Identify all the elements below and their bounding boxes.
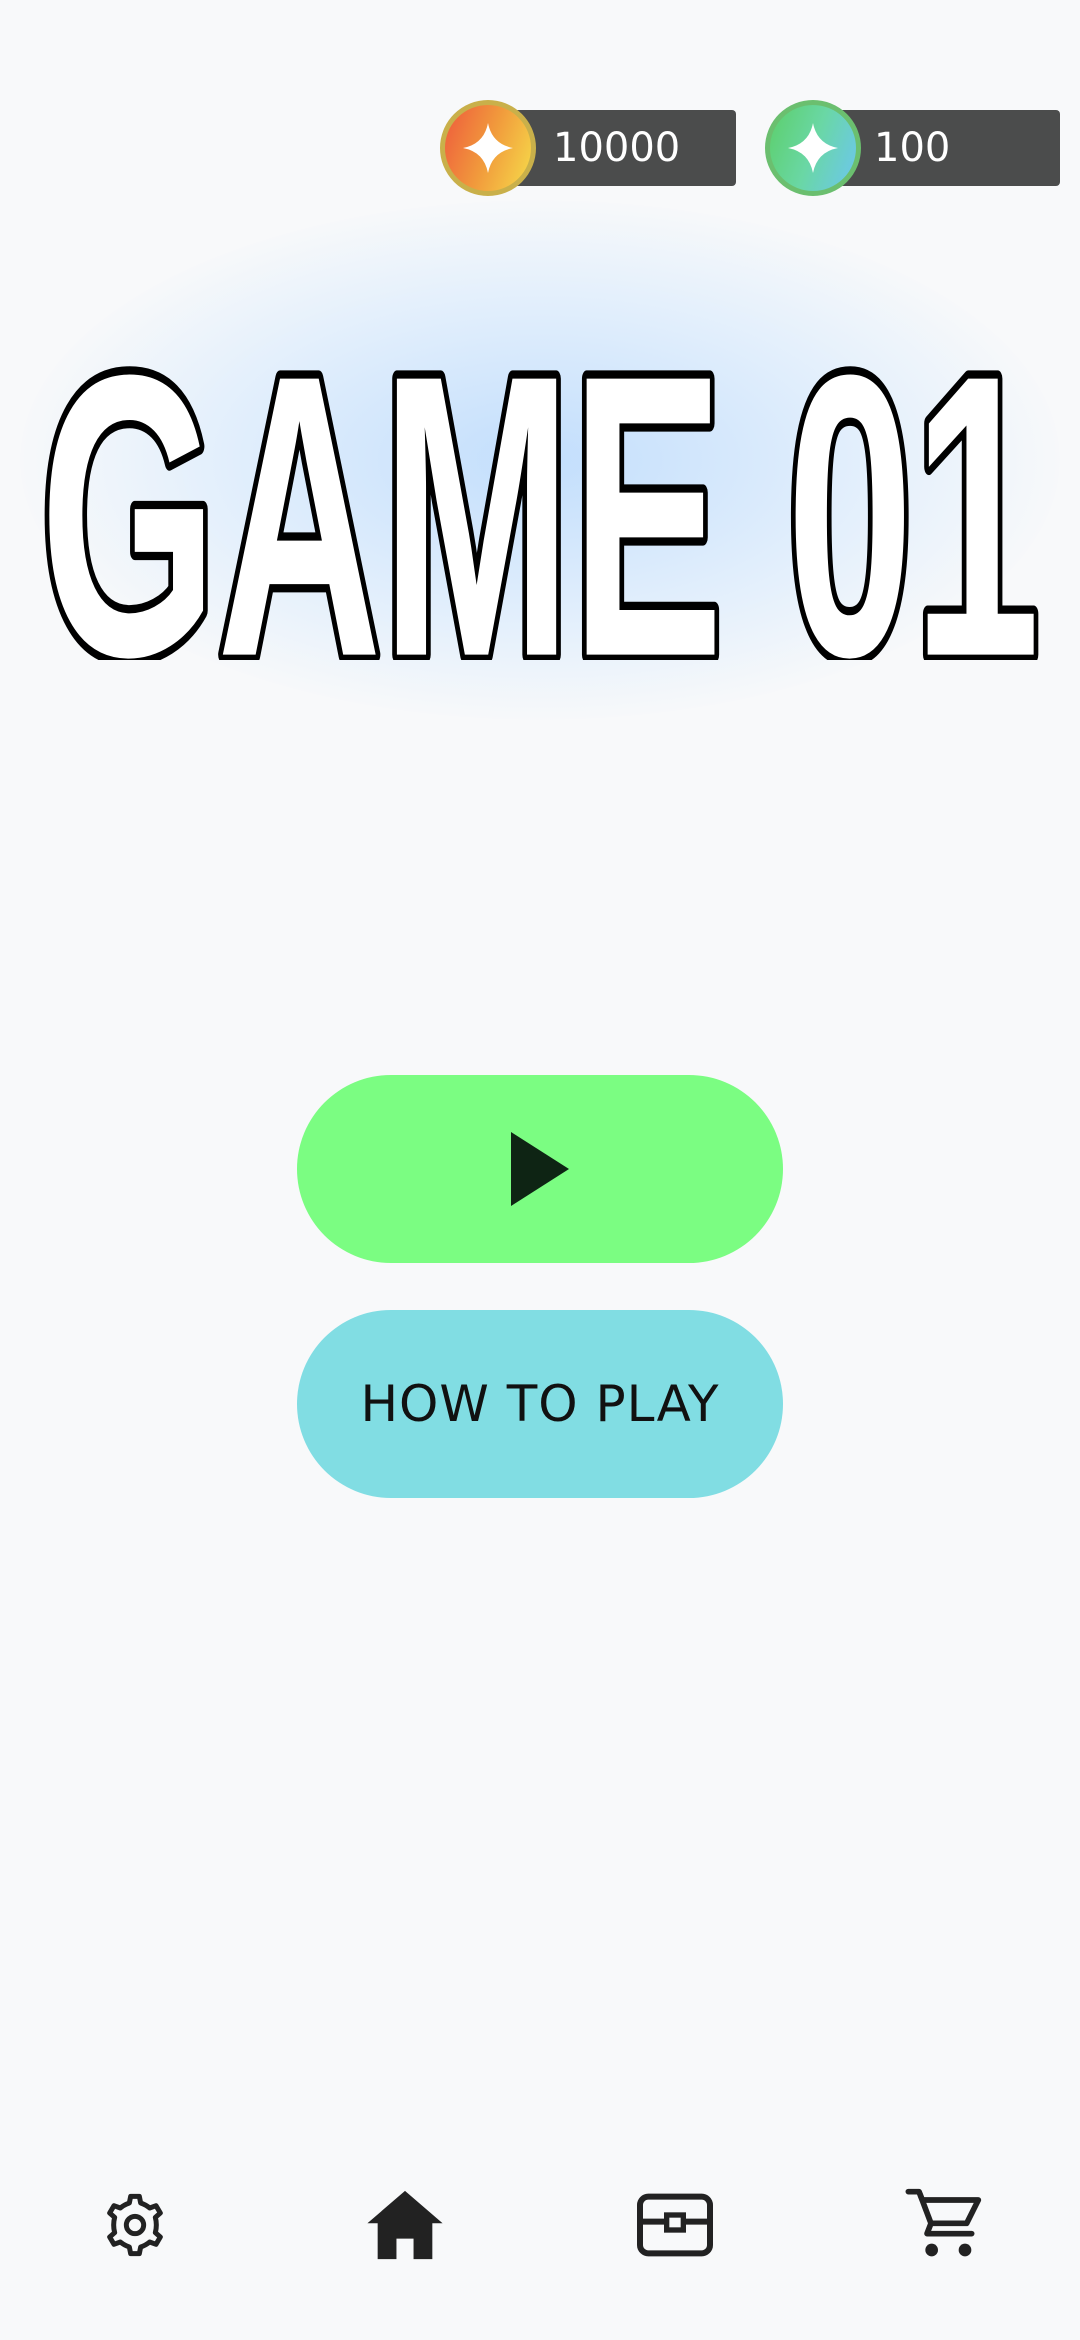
play-icon — [511, 1132, 569, 1206]
coin-star-icon — [440, 100, 536, 196]
coin-balance[interactable]: 10000 — [440, 100, 736, 196]
game-title: GAME 01 — [32, 284, 1047, 660]
nav-settings[interactable] — [85, 2180, 185, 2270]
chest-icon — [637, 2193, 713, 2257]
game-title-text: GAME 01 — [40, 291, 1040, 660]
how-to-play-button[interactable]: HOW TO PLAY — [297, 1310, 783, 1498]
nav-shop[interactable] — [895, 2180, 995, 2270]
cart-icon — [905, 2188, 982, 2257]
gem-star-icon — [765, 100, 861, 196]
nav-inventory[interactable] — [625, 2180, 725, 2270]
coin-balance-value: 10000 — [553, 125, 681, 171]
home-icon — [367, 2190, 443, 2260]
how-to-play-label: HOW TO PLAY — [360, 1375, 720, 1433]
gem-balance-value: 100 — [874, 125, 951, 171]
gem-balance[interactable]: 100 — [765, 100, 1060, 196]
play-button[interactable] — [297, 1075, 783, 1263]
nav-home[interactable] — [355, 2180, 455, 2270]
gear-icon — [107, 2193, 163, 2257]
